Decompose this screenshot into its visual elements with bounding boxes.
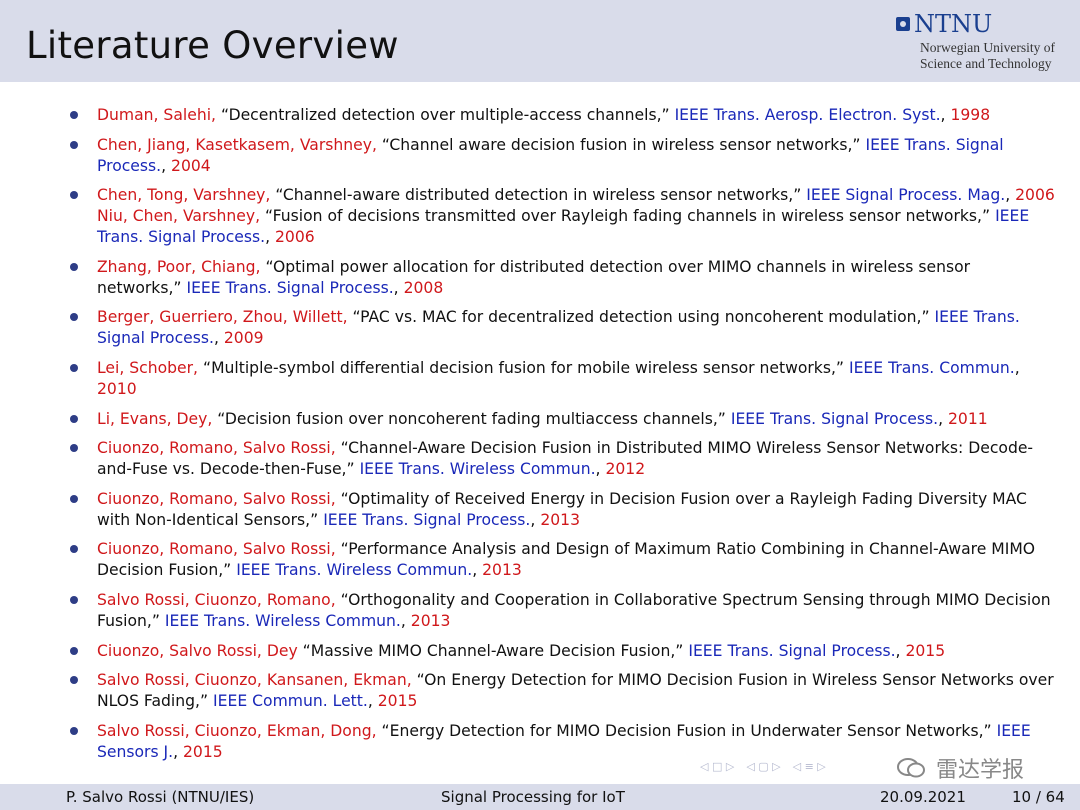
reference-title: “Decision fusion over noncoherent fading… — [217, 409, 726, 428]
reference-item: Li, Evans, Dey, “Decision fusion over no… — [70, 409, 1055, 430]
reference-item: Salvo Rossi, Ciuonzo, Romano, “Orthogona… — [70, 590, 1055, 632]
reference-year: 2012 — [605, 460, 646, 479]
footer-date: 20.09.2021 — [880, 788, 966, 806]
bullet-icon — [70, 414, 78, 423]
reference-venue: IEEE Trans. Signal Process. — [730, 409, 939, 428]
reference-year: 2015 — [905, 641, 946, 660]
reference-item: Ciuonzo, Romano, Salvo Rossi, “Optimalit… — [70, 489, 1055, 531]
reference-item: Ciuonzo, Salvo Rossi, Dey “Massive MIMO … — [70, 641, 1055, 662]
reference-authors: Ciuonzo, Romano, Salvo Rossi, — [97, 439, 336, 458]
bullet-icon — [70, 676, 78, 685]
reference-venue: IEEE Commun. Lett. — [213, 692, 368, 711]
reference-venue: IEEE Trans. Commun. — [848, 358, 1015, 377]
reference-year: 2013 — [540, 510, 580, 529]
reference-venue: IEEE Trans. Wireless Commun. — [164, 611, 401, 630]
bullet-icon — [70, 444, 78, 453]
bullet-icon — [70, 545, 78, 554]
reference-venue: IEEE Signal Process. Mag. — [806, 186, 1006, 205]
wechat-icon — [897, 758, 925, 778]
ntnu-logo-icon — [896, 17, 910, 31]
reference-item: Duman, Salehi, “Decentralized detection … — [70, 105, 1055, 126]
logo-subtitle-1: Norwegian University of — [920, 40, 1055, 55]
bullet-icon — [70, 313, 78, 322]
bullet-icon — [70, 363, 78, 372]
reference-item: Lei, Schober, “Multiple-symbol different… — [70, 358, 1055, 400]
bullet-icon — [70, 494, 78, 503]
reference-item: Chen, Jiang, Kasetkasem, Varshney, “Chan… — [70, 135, 1055, 177]
reference-authors: Berger, Guerriero, Zhou, Willett, — [97, 308, 348, 327]
reference-venue: IEEE Trans. Aerosp. Electron. Syst. — [674, 106, 941, 124]
footer-course: Signal Processing for IoT — [441, 788, 625, 806]
nav-section-icon[interactable]: ◁ ▢ ▷ — [746, 760, 780, 773]
bullet-icon — [70, 191, 78, 200]
bullet-icon — [70, 726, 78, 735]
watermark: 雷达学报 — [896, 752, 1024, 784]
reference-item: Berger, Guerriero, Zhou, Willett, “PAC v… — [70, 307, 1055, 349]
bullet-icon — [70, 140, 78, 149]
bullet-icon — [70, 111, 78, 119]
reference-authors: Duman, Salehi, — [97, 106, 216, 124]
reference-venue: IEEE Trans. Wireless Commun. — [236, 561, 473, 580]
logo-name: NTNU — [914, 10, 993, 38]
reference-authors: Chen, Jiang, Kasetkasem, Varshney, — [97, 135, 377, 154]
reference-title: “Multiple-symbol differential decision f… — [202, 358, 844, 377]
reference-item: Salvo Rossi, Ciuonzo, Kansanen, Ekman, “… — [70, 670, 1055, 712]
reference-item: Zhang, Poor, Chiang, “Optimal power allo… — [70, 257, 1055, 299]
ntnu-logo: NTNU Norwegian University of Science and… — [896, 12, 1074, 72]
footer-page-number: 10 / 64 — [1012, 788, 1065, 806]
reference-authors: Lei, Schober, — [97, 358, 199, 377]
reference-authors: Salvo Rossi, Ciuonzo, Romano, — [97, 590, 336, 609]
reference-year: 2006 — [275, 228, 315, 247]
slide-footer: P. Salvo Rossi (NTNU/IES) Signal Process… — [0, 784, 1080, 810]
watermark-text: 雷达学报 — [936, 758, 1025, 783]
reference-title: “PAC vs. MAC for decentralized detection… — [352, 308, 930, 327]
reference-item: Ciuonzo, Romano, Salvo Rossi, “Channel-A… — [70, 438, 1055, 480]
reference-year: 2009 — [223, 329, 264, 348]
bullet-icon — [70, 646, 78, 655]
reference-authors: Salvo Rossi, Ciuonzo, Kansanen, Ekman, — [97, 671, 412, 690]
reference-year: 1998 — [950, 106, 991, 124]
reference-title: “Decentralized detection over multiple-a… — [220, 106, 670, 124]
reference-list: Duman, Salehi, “Decentralized detection … — [70, 105, 1055, 771]
reference-title: “Channel aware decision fusion in wirele… — [381, 135, 861, 154]
slide-header: Literature Overview NTNU Norwegian Unive… — [0, 0, 1080, 82]
reference-venue: IEEE Trans. Signal Process. — [688, 641, 896, 660]
reference-title: “Channel-aware distributed detection in … — [275, 186, 802, 205]
nav-prev-icon[interactable]: ◁ □ ▷ — [700, 760, 734, 773]
reference-year: 2010 — [97, 379, 137, 398]
reference-title: “Massive MIMO Channel-Aware Decision Fus… — [302, 641, 684, 660]
reference-authors: Li, Evans, Dey, — [97, 409, 213, 428]
reference-year: 2015 — [377, 692, 418, 711]
reference-authors: Ciuonzo, Salvo Rossi, Dey — [97, 641, 298, 660]
reference-year: 2008 — [403, 278, 444, 297]
reference-authors: Salvo Rossi, Ciuonzo, Ekman, Dong, — [97, 721, 377, 740]
footer-author: P. Salvo Rossi (NTNU/IES) — [66, 788, 255, 806]
bullet-icon — [70, 262, 78, 271]
reference-item: Chen, Tong, Varshney, “Channel-aware dis… — [70, 185, 1055, 248]
reference-title: “Energy Detection for MIMO Decision Fusi… — [381, 721, 992, 740]
bullet-icon — [70, 595, 78, 604]
reference-authors: Zhang, Poor, Chiang, — [97, 257, 261, 276]
reference-year: 2015 — [183, 742, 223, 761]
reference-authors: Ciuonzo, Romano, Salvo Rossi, — [97, 489, 336, 508]
reference-authors: Chen, Tong, Varshney, — [97, 186, 271, 205]
page-title: Literature Overview — [26, 24, 399, 67]
reference-year: 2013 — [410, 611, 451, 630]
reference-title: “Fusion of decisions transmitted over Ra… — [265, 207, 991, 226]
reference-item: Ciuonzo, Romano, Salvo Rossi, “Performan… — [70, 539, 1055, 581]
beamer-navigation[interactable]: ◁ □ ▷ ◁ ▢ ▷ ◁ ≡ ▷ — [700, 760, 826, 773]
reference-year: 2013 — [482, 561, 522, 580]
nav-subsection-icon[interactable]: ◁ ≡ ▷ — [793, 760, 826, 773]
reference-year: 2011 — [947, 409, 988, 428]
reference-venue: IEEE Trans. Wireless Commun. — [359, 460, 596, 479]
reference-year: 2004 — [171, 156, 211, 175]
reference-authors: Ciuonzo, Romano, Salvo Rossi, — [97, 540, 336, 559]
reference-venue: IEEE Trans. Signal Process. — [186, 278, 394, 297]
reference-venue: IEEE Trans. Signal Process. — [323, 510, 531, 529]
logo-subtitle-2: Science and Technology — [920, 56, 1052, 71]
